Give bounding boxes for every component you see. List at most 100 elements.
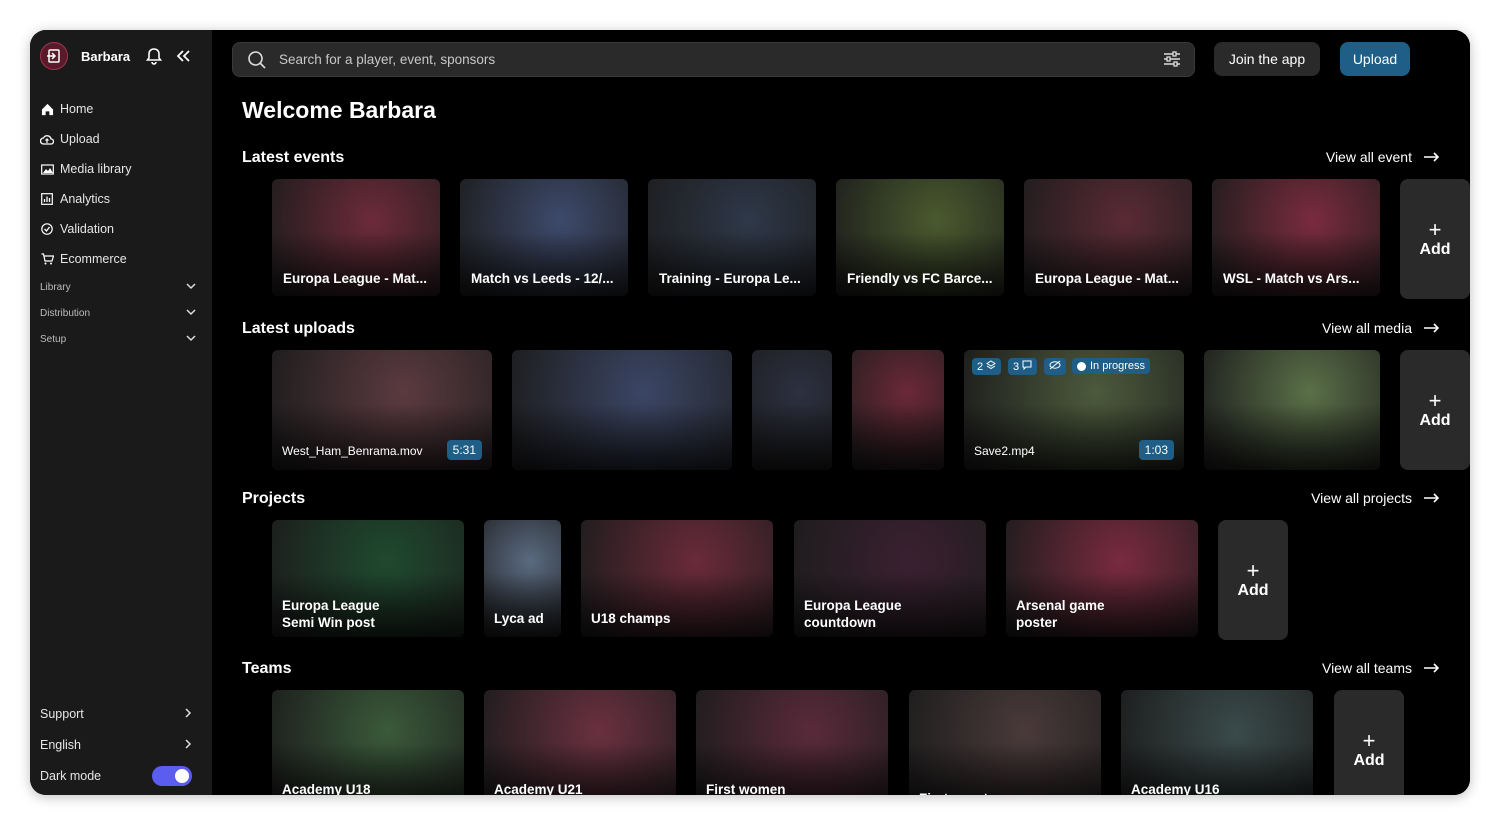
- join-app-button[interactable]: Join the app: [1214, 42, 1320, 76]
- sidebar-item-validation[interactable]: Validation: [40, 214, 200, 244]
- plus-icon: +: [1428, 217, 1442, 242]
- event-card[interactable]: WSL - Match vs Ars...: [1212, 179, 1380, 296]
- cloud-upload-icon: [40, 132, 54, 146]
- search-input[interactable]: [277, 51, 1141, 68]
- add-button[interactable]: + Add: [1334, 690, 1404, 795]
- media-card[interactable]: [852, 350, 944, 470]
- project-title-line1: Europa League: [282, 598, 380, 613]
- sidebar-header: Barbara: [40, 41, 205, 71]
- event-card[interactable]: Europa League - Mat...: [272, 179, 440, 296]
- club-logo-icon[interactable]: [40, 42, 68, 70]
- chart-icon: [40, 192, 54, 206]
- sidebar-item-label: Ecommerce: [60, 252, 127, 266]
- arrow-right-icon: [1424, 493, 1440, 503]
- filter-sliders-icon[interactable]: [1162, 49, 1182, 69]
- search-icon: [247, 50, 267, 70]
- team-card[interactable]: First man team: [909, 690, 1101, 795]
- project-title-line2: poster: [1016, 615, 1058, 630]
- chevron-down-icon: [186, 282, 196, 293]
- bell-icon[interactable]: [144, 46, 164, 66]
- team-card[interactable]: Academy U18men: [272, 690, 464, 795]
- search-bar: [232, 42, 1195, 77]
- upload-button[interactable]: Upload: [1340, 42, 1410, 76]
- status-dot-icon: [1077, 361, 1086, 371]
- project-title: Europa League countdown: [804, 597, 978, 631]
- hidden-badge: [1044, 358, 1066, 375]
- add-button[interactable]: + Add: [1400, 179, 1470, 299]
- team-card[interactable]: Academy U16Women: [1121, 690, 1313, 795]
- team-title: Academy U16Women: [1131, 781, 1305, 795]
- sidebar-section-distribution[interactable]: Distribution: [40, 300, 200, 326]
- collapse-sidebar-icon[interactable]: [173, 46, 193, 66]
- sidebar-item-analytics[interactable]: Analytics: [40, 184, 200, 214]
- event-card[interactable]: Match vs Leeds - 12/...: [460, 179, 628, 296]
- thumbnail-shade: [1024, 231, 1192, 296]
- thumbnail-shade: [648, 231, 816, 296]
- project-title-line1: U18 champs: [591, 611, 671, 626]
- media-card[interactable]: West_Ham_Benrama.mov 5:31: [272, 350, 492, 470]
- user-name: Barbara: [81, 48, 131, 64]
- arrow-right-icon: [1424, 152, 1440, 162]
- event-card[interactable]: Training - Europa Le...: [648, 179, 816, 296]
- media-card[interactable]: Save2.mp4 1:03 2 3 In progress: [964, 350, 1184, 470]
- media-duration-badge: 1:03: [1138, 440, 1174, 460]
- section-title-projects: Projects: [242, 490, 306, 507]
- sidebar-item-home[interactable]: Home: [40, 94, 200, 124]
- view-all-events-link[interactable]: View all event: [1326, 149, 1440, 165]
- media-filename: West_Ham_Benrama.mov: [282, 444, 423, 458]
- versions-badge: 2: [972, 358, 1002, 375]
- project-card[interactable]: U18 champs: [581, 520, 773, 637]
- event-title: Friendly vs FC Barce...: [847, 271, 993, 286]
- team-card[interactable]: First womenteam: [696, 690, 888, 795]
- view-all-media-link[interactable]: View all media: [1322, 320, 1440, 336]
- view-all-projects-link[interactable]: View all projects: [1311, 490, 1440, 506]
- media-card[interactable]: [752, 350, 832, 470]
- plus-icon: +: [1246, 558, 1260, 583]
- project-card[interactable]: Arsenal game poster: [1006, 520, 1198, 637]
- project-card[interactable]: Europa League Semi Win post: [272, 520, 464, 637]
- event-title: Match vs Leeds - 12/...: [471, 271, 614, 286]
- sidebar-item-ecommerce[interactable]: Ecommerce: [40, 244, 200, 274]
- chevron-down-icon: [186, 334, 196, 345]
- thumbnail-shade: [272, 404, 492, 470]
- view-all-label: View all event: [1325, 149, 1412, 165]
- sidebar-section-setup[interactable]: Setup: [40, 326, 200, 352]
- media-card[interactable]: [1204, 350, 1380, 470]
- sidebar-section-label: Library: [40, 281, 71, 293]
- team-title: Academy U21men: [494, 781, 668, 795]
- thumbnail-shade: [460, 231, 628, 296]
- view-all-label: View all teams: [1321, 660, 1412, 676]
- eye-off-icon: [1049, 360, 1061, 373]
- project-title-line2: countdown: [804, 615, 876, 630]
- thumbnail-shade: [909, 742, 1101, 795]
- project-title: Europa League Semi Win post: [282, 597, 456, 631]
- project-title: Arsenal game poster: [1016, 597, 1190, 631]
- sidebar-section-library[interactable]: Library: [40, 274, 200, 300]
- view-all-teams-link[interactable]: View all teams: [1322, 660, 1440, 676]
- check-circle-icon: [40, 222, 54, 236]
- language-menu-item[interactable]: English: [40, 729, 192, 760]
- sidebar-item-upload[interactable]: Upload: [40, 124, 200, 154]
- event-card[interactable]: Friendly vs FC Barce...: [836, 179, 1004, 296]
- cart-icon: [40, 252, 54, 266]
- add-button[interactable]: + Add: [1218, 520, 1288, 640]
- thumbnail-shade: [752, 404, 832, 470]
- sidebar-item-label: Analytics: [60, 192, 111, 206]
- project-title: U18 champs: [591, 610, 765, 627]
- sidebar-item-label: Upload: [60, 132, 100, 146]
- project-card[interactable]: Europa League countdown: [794, 520, 986, 637]
- arrow-right-icon: [1424, 323, 1440, 333]
- team-card[interactable]: Academy U21men: [484, 690, 676, 795]
- view-all-label: View all projects: [1311, 490, 1412, 506]
- add-label: Add: [1353, 752, 1385, 769]
- media-duration-badge: 5:31: [446, 440, 482, 460]
- sidebar-item-media-library[interactable]: Media library: [40, 154, 200, 184]
- dark-mode-toggle[interactable]: [152, 765, 192, 786]
- media-card[interactable]: [512, 350, 732, 470]
- project-title-line1: Lyca ad: [494, 611, 544, 626]
- support-menu-item[interactable]: Support: [40, 698, 192, 729]
- project-card[interactable]: Lyca ad: [484, 520, 561, 637]
- add-button[interactable]: + Add: [1400, 350, 1470, 470]
- event-card[interactable]: Europa League - Mat...: [1024, 179, 1192, 296]
- thumbnail-shade: [836, 231, 1004, 296]
